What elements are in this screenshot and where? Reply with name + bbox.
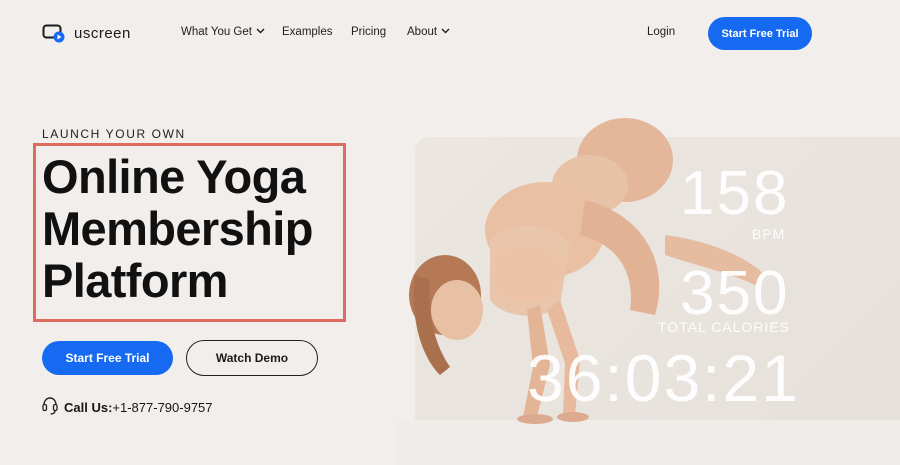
nav-item-about[interactable]: About xyxy=(407,26,450,38)
phone-number: +1-877-790-9757 xyxy=(112,400,213,415)
nav-item-label: About xyxy=(407,26,438,38)
chevron-down-icon xyxy=(256,28,265,36)
start-free-trial-nav-button[interactable]: Start Free Trial xyxy=(708,17,812,50)
bpm-label: BPM xyxy=(752,226,786,242)
nav-item-what-you-get[interactable]: What You Get xyxy=(181,26,265,38)
top-navigation: uscreen What You Get Examples Pricing Ab… xyxy=(0,0,900,68)
watch-demo-button[interactable]: Watch Demo xyxy=(186,340,318,376)
nav-item-label: What You Get xyxy=(181,26,252,38)
headline-line: Online Yoga xyxy=(42,150,306,203)
brand-logo[interactable]: uscreen xyxy=(42,23,131,43)
workout-timer: 36:03:21 xyxy=(527,341,800,415)
headline-line: Membership xyxy=(42,202,313,255)
hero-eyebrow: LAUNCH YOUR OWN xyxy=(42,127,186,141)
start-free-trial-button[interactable]: Start Free Trial xyxy=(42,341,173,375)
brand-name: uscreen xyxy=(74,24,131,42)
nav-item-label: Pricing xyxy=(351,26,387,38)
call-us-label: Call Us: xyxy=(64,400,113,415)
headline-line: Platform xyxy=(42,254,228,307)
chevron-down-icon xyxy=(441,28,450,36)
calories-label: TOTAL CALORIES xyxy=(658,319,790,335)
headset-icon xyxy=(41,396,59,419)
call-us-link[interactable]: Call Us:+1-877-790-9757 xyxy=(41,396,213,419)
nav-item-pricing[interactable]: Pricing xyxy=(351,26,386,38)
nav-item-examples[interactable]: Examples xyxy=(282,26,333,38)
nav-item-label: Examples xyxy=(282,26,333,38)
play-screen-icon xyxy=(42,23,66,43)
login-link[interactable]: Login xyxy=(647,26,675,38)
hero-headline: Online Yoga Membership Platform xyxy=(42,151,342,307)
bpm-value: 158 xyxy=(680,159,790,228)
